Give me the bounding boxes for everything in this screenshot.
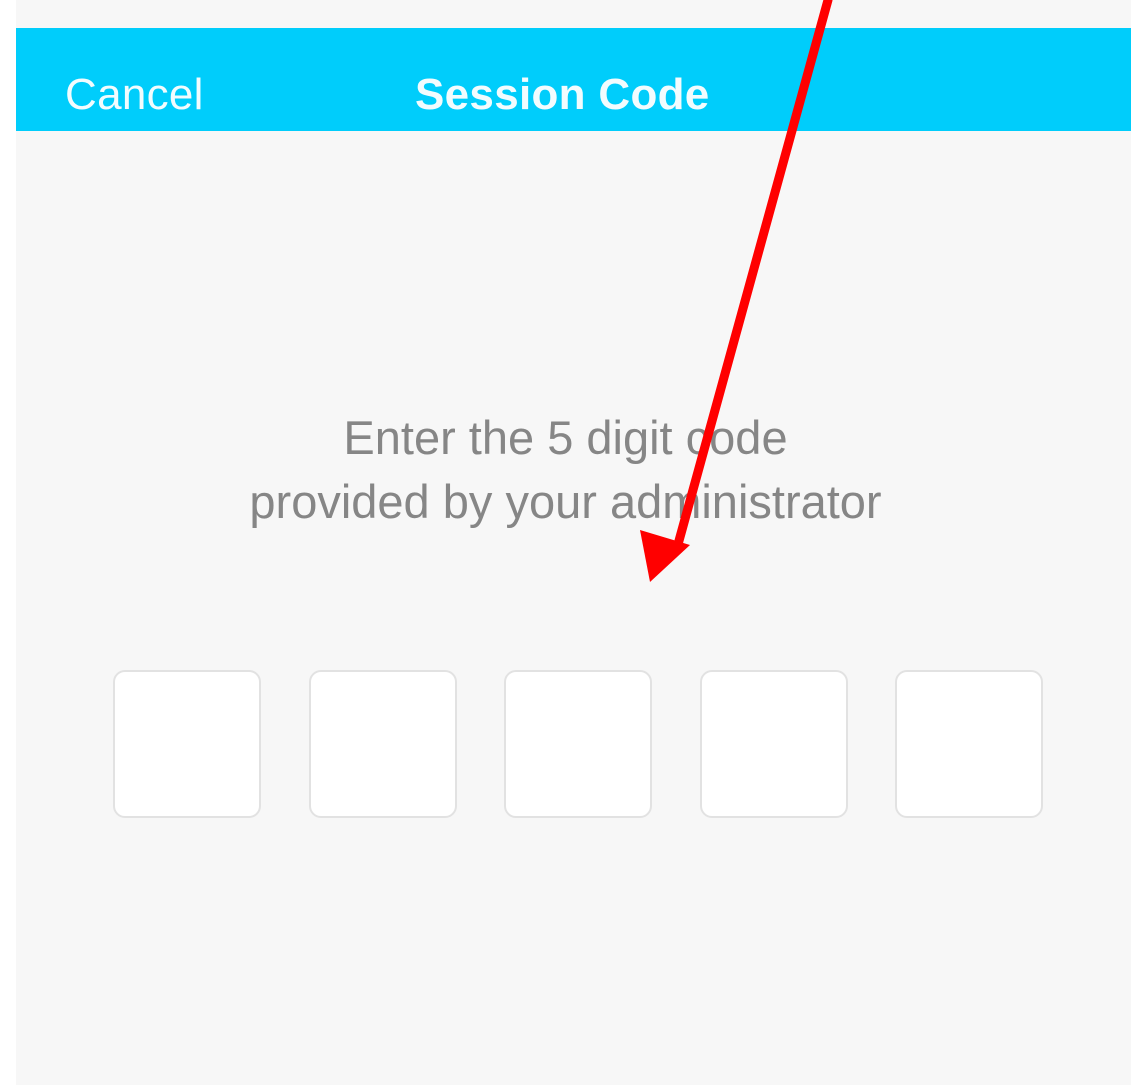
instructions-line-2: provided by your administrator [249, 475, 882, 528]
instructions-line-1: Enter the 5 digit code [343, 411, 788, 464]
navigation-bar: Cancel Session Code [16, 28, 1131, 131]
page-title: Session Code [415, 70, 710, 119]
code-digit-5-input[interactable] [895, 670, 1043, 818]
code-input-row [113, 670, 1045, 820]
code-digit-3-input[interactable] [504, 670, 652, 818]
session-code-page: Cancel Session Code Enter the 5 digit co… [0, 0, 1131, 1085]
cancel-button[interactable]: Cancel [65, 70, 204, 120]
code-digit-2-input[interactable] [309, 670, 457, 818]
code-digit-1-input[interactable] [113, 670, 261, 818]
app-screen [16, 0, 1131, 1085]
instructions-text: Enter the 5 digit code provided by your … [0, 406, 1131, 534]
code-digit-4-input[interactable] [700, 670, 848, 818]
